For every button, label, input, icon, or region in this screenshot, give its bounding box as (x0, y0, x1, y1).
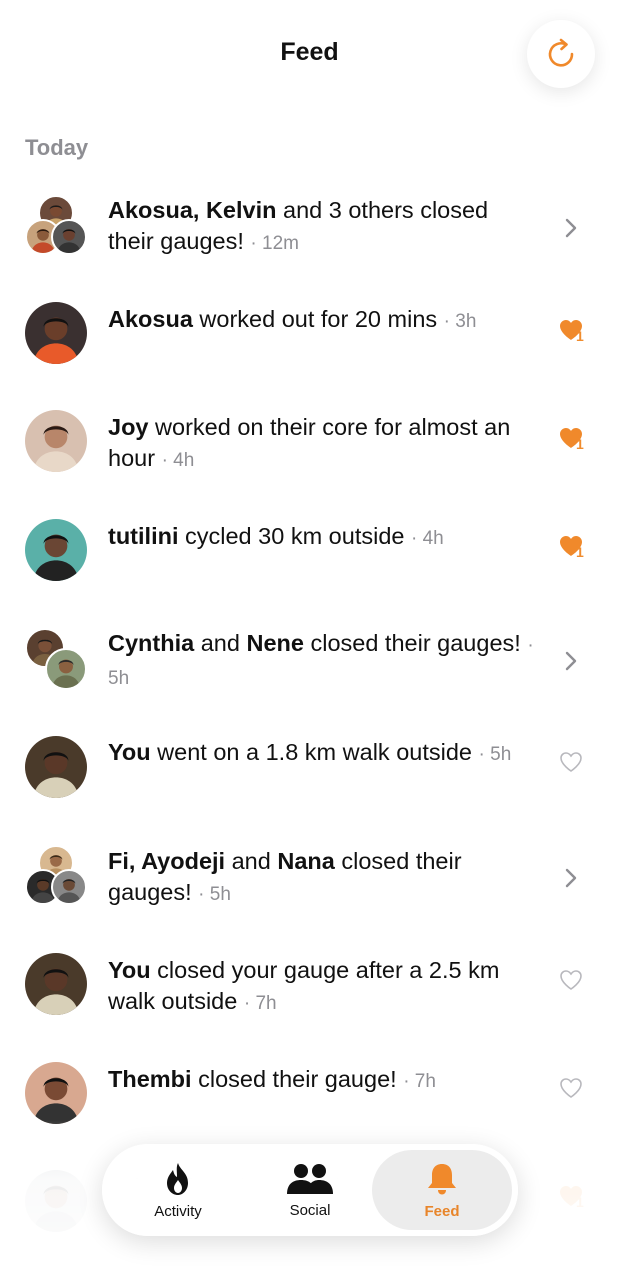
refresh-button[interactable] (527, 20, 595, 88)
like-button[interactable] (548, 526, 593, 566)
heart-outline-icon (559, 752, 582, 772)
like-count: 1 (576, 544, 584, 560)
avatar (25, 302, 87, 364)
avatar-group[interactable] (25, 410, 87, 472)
feed-item-time: · 7h (243, 993, 277, 1014)
feed-item-text: Fi, Ayodeji and Nana closed their gauges… (108, 846, 538, 910)
feed-item-time: · 5h (478, 744, 512, 765)
avatar-group[interactable] (25, 519, 87, 581)
chevron-right-icon (565, 651, 576, 671)
feed-item-message: and (194, 630, 247, 656)
header: Feed (0, 0, 619, 110)
avatar (25, 519, 87, 581)
feed-item-text: Cynthia and Nene closed their gauges! · … (108, 628, 538, 694)
feed-item-time: · 12m (250, 233, 299, 254)
feed-item-text: tutilini cycled 30 km outside · 4h (108, 521, 538, 554)
feed-item-time: · 4h (410, 528, 444, 549)
tab-feed-label: Feed (424, 1202, 460, 1220)
avatar-group[interactable] (25, 953, 87, 1015)
chevron-right-icon (565, 868, 576, 888)
feed-item-text: Akosua, Kelvin and 3 others closed their… (108, 195, 538, 259)
feed-item-name: Akosua (108, 306, 193, 332)
avatar-group[interactable] (25, 195, 87, 257)
feed-item-message: closed your gauge after a 2.5 km walk ou… (108, 957, 500, 1014)
like-button[interactable] (548, 960, 593, 1000)
feed-item-text: You went on a 1.8 km walk outside · 5h (108, 737, 538, 770)
feed-item-text: Thembi closed their gauge! · 7h (108, 1064, 538, 1097)
feed-item-name: Fi, Ayodeji (108, 848, 226, 874)
tab-activity[interactable]: Activity (108, 1150, 248, 1230)
avatar (25, 953, 87, 1015)
open-detail-button[interactable] (548, 208, 593, 248)
like-button[interactable] (548, 418, 593, 458)
feed-item-time: · 4h (161, 450, 195, 471)
feed-item-message: closed their gauge! (191, 1066, 404, 1092)
avatar (51, 869, 87, 905)
avatar-group[interactable] (25, 736, 87, 798)
feed-item-message: worked out for 20 mins (192, 306, 444, 332)
feed-item-name: Thembi (108, 1066, 192, 1092)
heart-outline-icon (559, 970, 582, 990)
flame-icon (167, 1162, 188, 1195)
section-label-today: Today (25, 135, 89, 160)
feed-item-time: · 3h (443, 311, 477, 332)
avatar-group[interactable] (25, 1062, 87, 1124)
feed-item-message: went on a 1.8 km walk outside (150, 739, 479, 765)
like-button[interactable] (548, 1068, 593, 1108)
tab-bar: Activity Social Feed (102, 1144, 518, 1236)
feed-item-message: closed their gauges! (303, 630, 528, 656)
avatar (51, 219, 87, 255)
feed-item-message: cycled 30 km outside (178, 523, 411, 549)
chevron-right-icon (565, 218, 576, 238)
feed-item-time: · 7h (403, 1071, 436, 1092)
feed-item-message: and (225, 848, 278, 874)
tab-activity-label: Activity (154, 1202, 202, 1220)
feed-item-text: Akosua worked out for 20 mins · 3h (108, 304, 538, 337)
feed-item-text: Joy worked on their core for almost an h… (108, 412, 538, 476)
avatar (45, 648, 87, 690)
like-count: 1 (576, 328, 584, 344)
feed-item-name: tutilini (108, 523, 179, 549)
avatar (25, 410, 87, 472)
open-detail-button[interactable] (548, 641, 593, 681)
feed-item-name: Joy (108, 414, 149, 440)
tab-feed[interactable]: Feed (372, 1150, 512, 1230)
feed-item-text: You closed your gauge after a 2.5 km wal… (108, 955, 538, 1019)
open-detail-button[interactable] (548, 858, 593, 898)
avatar (25, 1062, 87, 1124)
tab-social[interactable]: Social (240, 1150, 380, 1230)
feed-item-time: · 5h (198, 884, 231, 905)
avatar-group[interactable] (25, 302, 87, 364)
refresh-icon (548, 38, 574, 67)
feed-item-name: Akosua, Kelvin (108, 197, 277, 223)
feed-item-name: Cynthia (108, 630, 195, 656)
avatar-group[interactable] (25, 628, 87, 690)
like-button[interactable] (548, 742, 593, 782)
feed-item-name: Nene (246, 630, 304, 656)
tab-social-label: Social (289, 1201, 331, 1219)
like-count: 1 (576, 436, 584, 452)
feed-item-name: You (108, 739, 151, 765)
avatar (25, 736, 87, 798)
avatar-group[interactable] (25, 845, 87, 907)
people-icon (287, 1163, 333, 1194)
heart-outline-icon (559, 1078, 582, 1098)
feed-item-name: You (108, 957, 151, 983)
bell-icon (428, 1163, 456, 1194)
like-button[interactable] (548, 310, 593, 350)
feed-item-name: Nana (277, 848, 335, 874)
